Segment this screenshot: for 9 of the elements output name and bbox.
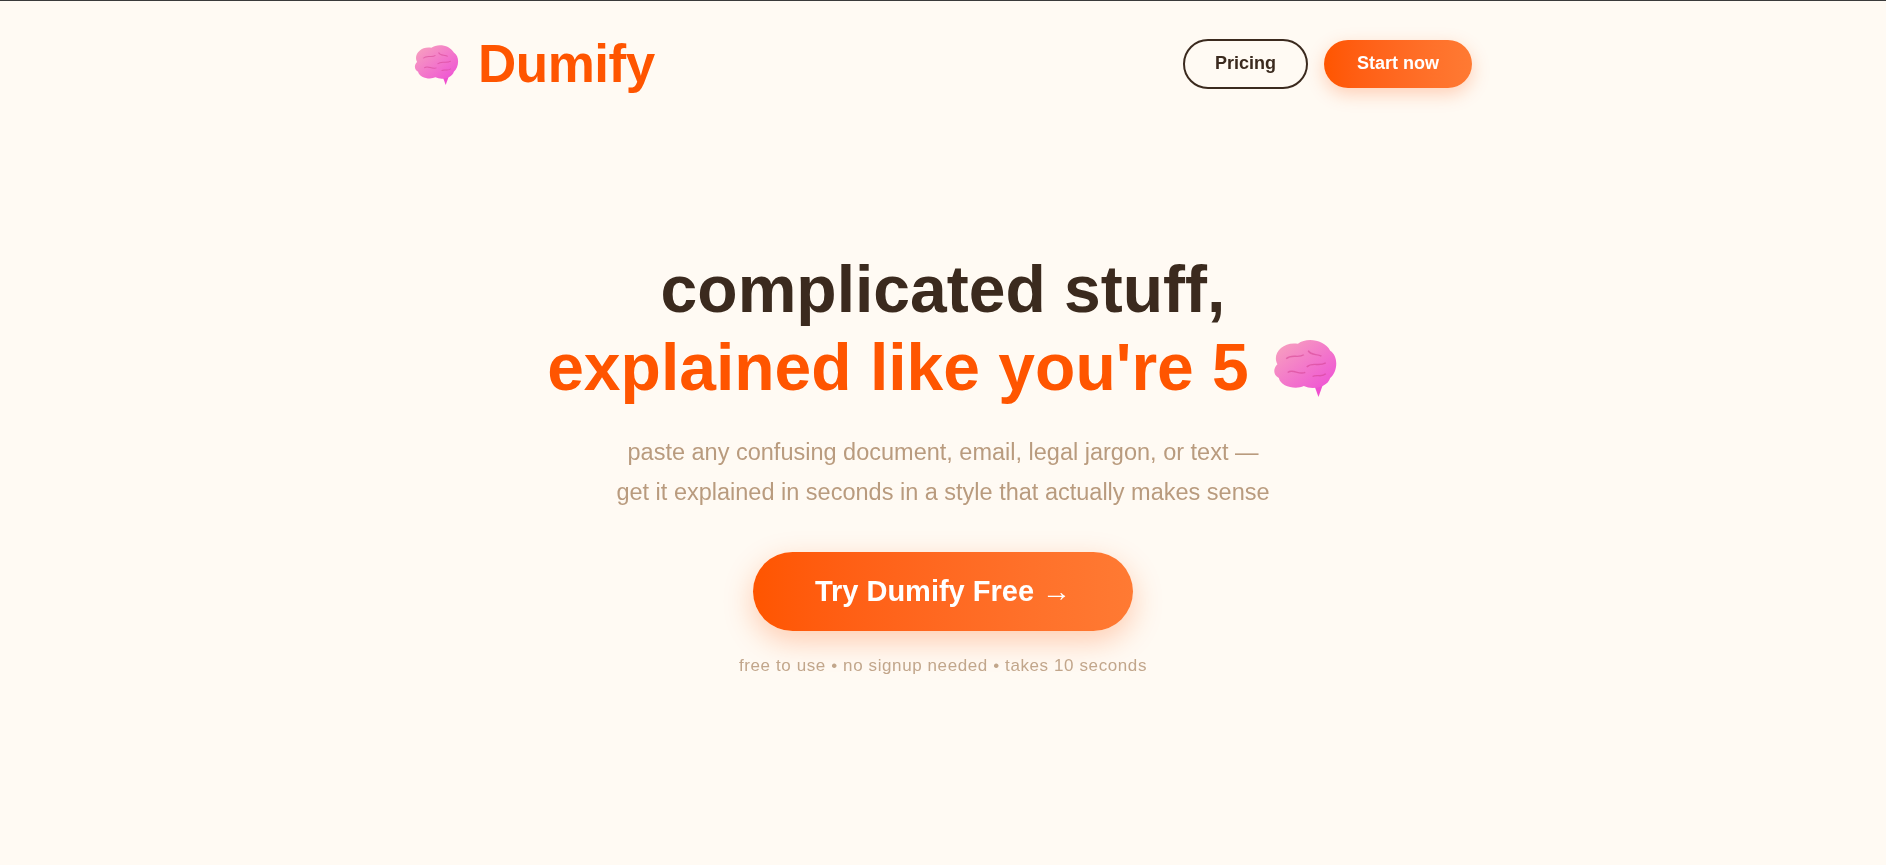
subtitle-text: paste any confusing document, email, legal jargon, or text — get it explained in seconds in a style that actually makes sense [616,438,1270,507]
start-now-button[interactable]: Start now [1324,39,1472,88]
pricing-button[interactable]: Pricing [1182,38,1308,89]
headline-accent-text: explained like you're 5 [547,329,1249,406]
brain-icon [414,42,460,85]
note-text: free to use • no signup needed • takes 10 seconds [739,655,1147,677]
headline-text: complicated stuff, [660,251,1226,328]
try-free-button[interactable]: Try Dumify Free → [753,552,1133,631]
brain-icon [1272,337,1339,397]
